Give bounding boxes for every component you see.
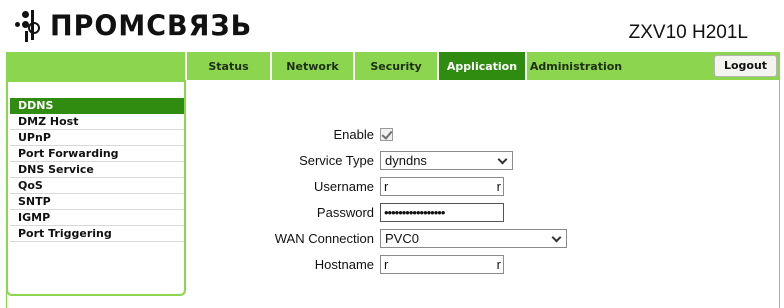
username-label: Username xyxy=(314,178,374,194)
brand-name: ПРОМСВЯЗЬ xyxy=(50,9,253,43)
enable-label: Enable xyxy=(333,126,374,142)
username-value-end: r xyxy=(496,178,501,194)
tab-security[interactable]: Security xyxy=(353,52,437,80)
sidebar-item-dns-service[interactable]: DNS Service xyxy=(10,162,184,178)
username-row: Username r r xyxy=(190,176,504,196)
service-type-select[interactable]: dyndns xyxy=(380,150,513,170)
password-row: Password ••••••••••••••••• xyxy=(190,202,504,222)
sidebar-item-dmz-host[interactable]: DMZ Host xyxy=(10,114,184,130)
username-value: r xyxy=(384,178,389,194)
brand-logo: ПРОМСВЯЗЬ xyxy=(14,6,252,46)
sidebar: DDNS DMZ Host UPnP Port Forwarding DNS S… xyxy=(6,80,186,296)
hostname-input[interactable]: r r xyxy=(380,254,504,274)
nav-spacer xyxy=(6,52,185,80)
chevron-down-icon xyxy=(551,232,562,242)
wan-connection-select[interactable]: PVC0 xyxy=(380,228,567,248)
brand-mark-icon xyxy=(14,8,48,44)
hostname-value-end: r xyxy=(496,256,501,272)
sidebar-item-port-triggering[interactable]: Port Triggering xyxy=(10,226,184,242)
sidebar-item-ddns[interactable]: DDNS xyxy=(10,98,184,114)
sidebar-item-igmp[interactable]: IGMP xyxy=(10,210,184,226)
password-label: Password xyxy=(316,204,374,220)
username-input[interactable]: r r xyxy=(380,176,504,196)
enable-checkbox[interactable] xyxy=(380,127,393,141)
service-type-row: Service Type dyndns xyxy=(190,150,513,170)
sidebar-item-port-forwarding[interactable]: Port Forwarding xyxy=(10,146,184,162)
logout-button[interactable]: Logout xyxy=(714,55,777,77)
sidebar-menu: DDNS DMZ Host UPnP Port Forwarding DNS S… xyxy=(10,98,184,242)
enable-row: Enable xyxy=(190,124,393,144)
hostname-row: Hostname r r xyxy=(190,254,504,274)
device-model: ZXV10 H201L xyxy=(628,22,748,43)
wan-connection-row: WAN Connection PVC0 xyxy=(190,228,567,248)
chevron-down-icon xyxy=(497,154,508,164)
service-type-value: dyndns xyxy=(385,152,427,168)
sidebar-item-upnp[interactable]: UPnP xyxy=(10,130,184,146)
main-nav: Status Network Security Application Admi… xyxy=(6,52,780,80)
service-type-label: Service Type xyxy=(299,152,374,168)
password-value: ••••••••••••••••• xyxy=(384,204,445,220)
tab-status[interactable]: Status xyxy=(185,52,270,80)
hostname-label: Hostname xyxy=(314,256,374,272)
wan-connection-label: WAN Connection xyxy=(274,230,374,246)
sidebar-item-sntp[interactable]: SNTP xyxy=(10,194,184,210)
tab-application[interactable]: Application xyxy=(437,52,525,80)
tab-administration[interactable]: Administration xyxy=(525,52,625,80)
sidebar-item-qos[interactable]: QoS xyxy=(10,178,184,194)
hostname-value: r xyxy=(384,256,389,272)
wan-connection-value: PVC0 xyxy=(385,230,419,246)
password-input[interactable]: ••••••••••••••••• xyxy=(380,202,504,222)
tab-network[interactable]: Network xyxy=(270,52,353,80)
